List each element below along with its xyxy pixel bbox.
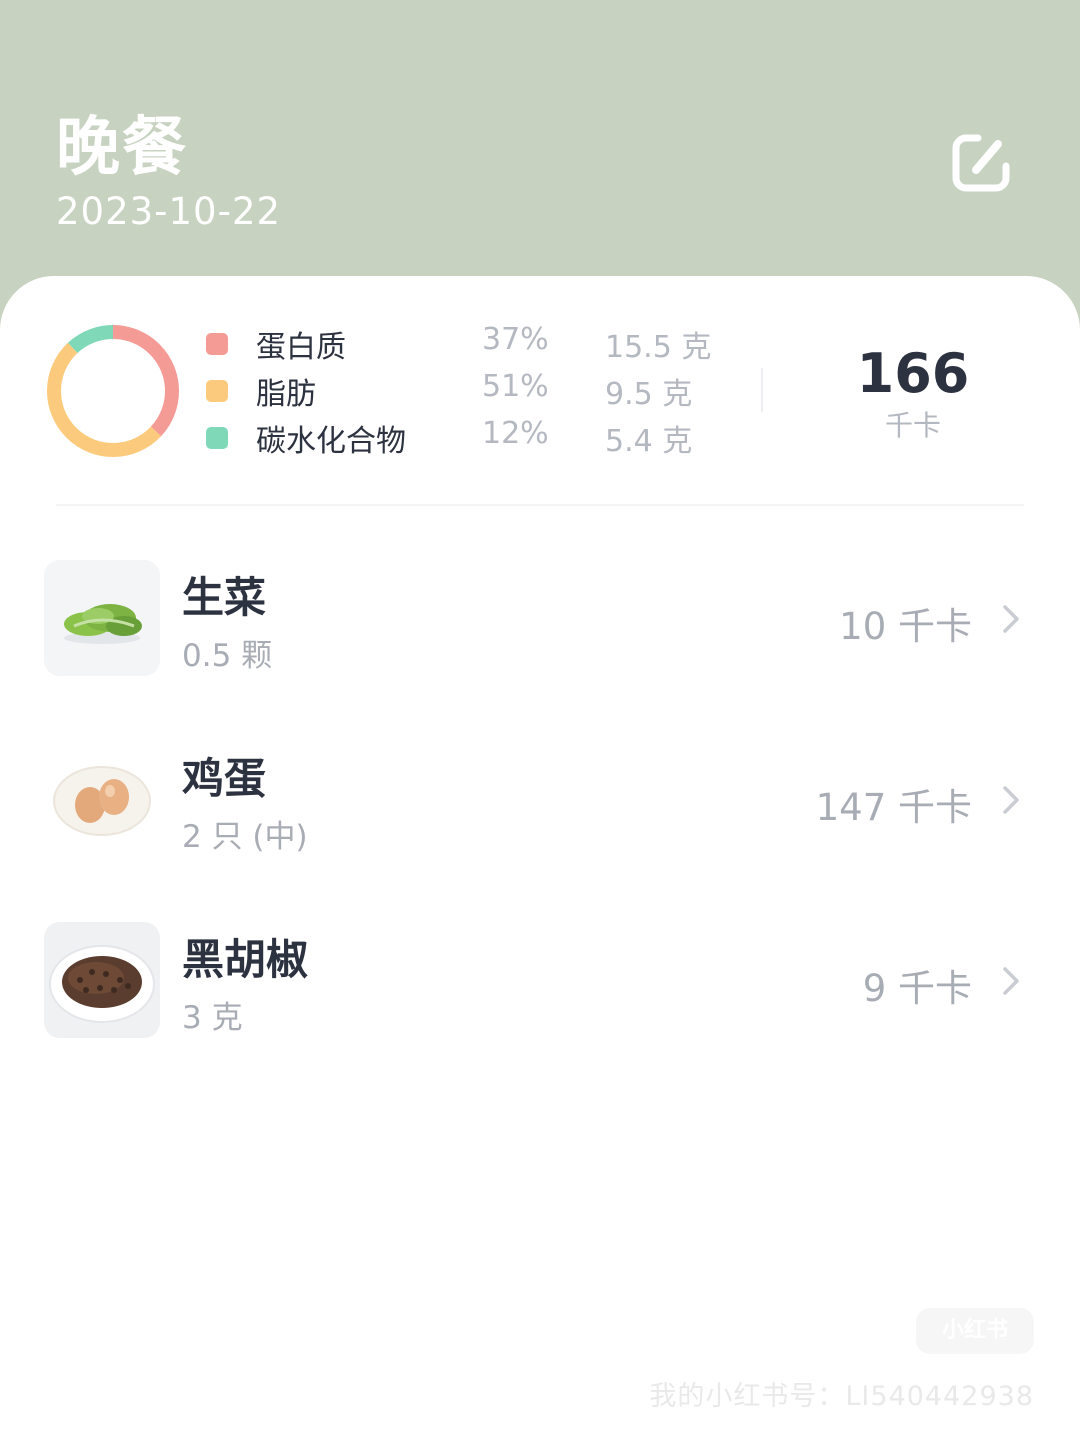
watermark-text: 我的小红书号：LI540442938 xyxy=(649,1381,1034,1412)
macro-percent: 51% xyxy=(482,369,549,404)
food-calories: 9 千卡 xyxy=(862,967,972,1010)
page-title: 晚餐 xyxy=(56,111,188,185)
egg-icon xyxy=(44,741,160,857)
black-pepper-icon xyxy=(44,922,160,1038)
meal-date: 2023-10-22 xyxy=(56,190,282,233)
food-quantity: 3 克 xyxy=(182,1000,243,1036)
food-item-egg[interactable]: 鸡蛋 2 只 (中) 147 千卡 xyxy=(0,741,1080,861)
macro-amount: 9.5 克 xyxy=(605,377,693,412)
watermark-logo: 小红书 xyxy=(916,1308,1034,1354)
lettuce-icon xyxy=(44,560,160,676)
macro-row-protein: 蛋白质 37% 15.5 克 xyxy=(0,322,760,368)
header: 晚餐 2023-10-22 xyxy=(0,0,1080,300)
food-calories: 147 千卡 xyxy=(815,786,972,829)
food-name: 生菜 xyxy=(182,573,267,622)
macro-name: 脂肪 xyxy=(256,377,316,412)
chevron-right-icon xyxy=(1003,786,1019,814)
edit-icon[interactable] xyxy=(948,130,1014,196)
food-calories: 10 千卡 xyxy=(839,605,972,648)
calories-unit: 千卡 xyxy=(884,409,941,442)
macro-amount: 15.5 克 xyxy=(605,330,712,365)
protein-color-dot xyxy=(206,333,228,355)
macro-name: 碳水化合物 xyxy=(256,424,406,459)
fat-color-dot xyxy=(206,380,228,402)
macro-amount: 5.4 克 xyxy=(605,424,693,459)
total-calories: 166 xyxy=(856,342,970,405)
macro-name: 蛋白质 xyxy=(256,330,346,365)
macro-percent: 37% xyxy=(482,322,549,357)
food-item-black-pepper[interactable]: 黑胡椒 3 克 9 千卡 xyxy=(0,922,1080,1042)
chevron-right-icon xyxy=(1003,605,1019,633)
food-name: 黑胡椒 xyxy=(182,935,309,984)
food-item-lettuce[interactable]: 生菜 0.5 颗 10 千卡 xyxy=(0,560,1080,680)
summary-divider xyxy=(761,368,763,412)
food-quantity: 2 只 (中) xyxy=(182,819,308,855)
chevron-right-icon xyxy=(1003,967,1019,995)
food-name: 鸡蛋 xyxy=(182,754,267,803)
carbs-color-dot xyxy=(206,427,228,449)
food-quantity: 0.5 颗 xyxy=(182,638,273,674)
macro-row-fat: 脂肪 51% 9.5 克 xyxy=(0,369,760,415)
section-divider xyxy=(56,504,1024,506)
macro-row-carbs: 碳水化合物 12% 5.4 克 xyxy=(0,416,760,462)
macro-percent: 12% xyxy=(482,416,549,451)
